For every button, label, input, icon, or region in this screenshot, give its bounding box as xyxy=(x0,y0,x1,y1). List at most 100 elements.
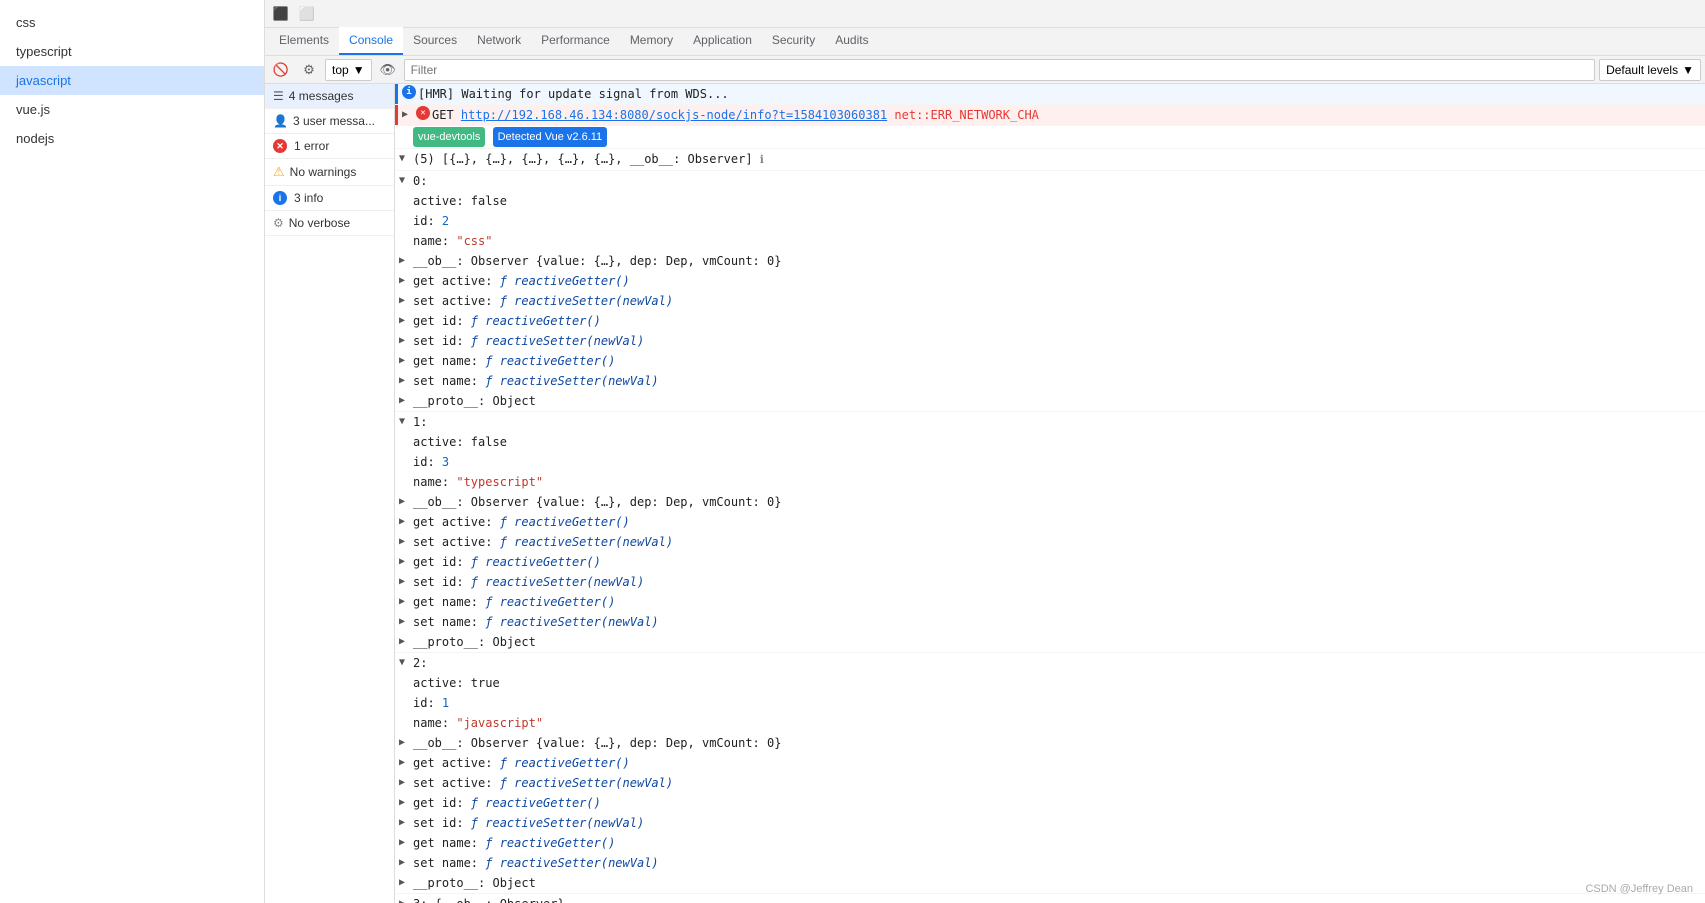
item2-index: 2: xyxy=(413,654,1701,672)
item1-get-name: ▶ get name: ƒ reactiveGetter() xyxy=(395,592,1705,612)
console-sidebar-verbose[interactable]: ⚙ No verbose xyxy=(265,211,394,236)
item2-set-active-arrow[interactable]: ▶ xyxy=(399,774,413,792)
warning-icon: ⚠ xyxy=(273,164,285,180)
console-sidebar-warnings[interactable]: ⚠ No warnings xyxy=(265,159,394,186)
item1-get-active-arrow[interactable]: ▶ xyxy=(399,513,413,531)
tab-console[interactable]: Console xyxy=(339,27,403,55)
sidebar-item-vuejs[interactable]: vue.js xyxy=(0,95,264,124)
item1-active: ▶ active: false xyxy=(395,432,1705,452)
eye-icon[interactable]: 👁 xyxy=(376,58,400,82)
item0-get-active: ▶ get active: ƒ reactiveGetter() xyxy=(395,271,1705,291)
tab-application[interactable]: Application xyxy=(683,27,762,55)
list-icon: ☰ xyxy=(273,89,284,103)
array-info-icon[interactable]: ℹ xyxy=(760,153,764,166)
verbose-icon: ⚙ xyxy=(273,216,284,230)
item1-set-active: ▶ set active: ƒ reactiveSetter(newVal) xyxy=(395,532,1705,552)
console-sidebar-user-messages[interactable]: 👤 3 user messa... xyxy=(265,109,394,134)
item2-get-active-arrow[interactable]: ▶ xyxy=(399,754,413,772)
console-sidebar-all-messages[interactable]: ☰ 4 messages xyxy=(265,84,394,109)
info-label: 3 info xyxy=(294,191,323,205)
sidebar-item-css[interactable]: css xyxy=(0,8,264,37)
item0-id: ▶ id: 2 xyxy=(395,211,1705,231)
devtools-tabs-bar: Elements Console Sources Network Perform… xyxy=(265,28,1705,56)
item1-set-id-arrow[interactable]: ▶ xyxy=(399,573,413,591)
item1-expand-arrow[interactable]: ▼ xyxy=(399,413,413,431)
item1-get-id-arrow[interactable]: ▶ xyxy=(399,553,413,571)
item1-get-name-arrow[interactable]: ▶ xyxy=(399,593,413,611)
item1-id: ▶ id: 3 xyxy=(395,452,1705,472)
devtools-dock-icon[interactable]: ⬛ xyxy=(269,2,293,26)
item0-proto-arrow[interactable]: ▶ xyxy=(399,392,413,410)
hmr-text: [HMR] Waiting for update signal from WDS… xyxy=(418,85,1701,103)
console-array-item3: ▶ 3: {__ob__: Observer} xyxy=(395,894,1705,903)
item0-get-active-arrow[interactable]: ▶ xyxy=(399,272,413,290)
tab-performance[interactable]: Performance xyxy=(531,27,620,55)
vue-detected-badge: Detected Vue v2.6.11 xyxy=(493,127,608,147)
sidebar-item-javascript[interactable]: javascript xyxy=(0,66,264,95)
context-selector[interactable]: top ▼ xyxy=(325,59,372,81)
item0-ob-arrow[interactable]: ▶ xyxy=(399,252,413,270)
error-icon: ✕ xyxy=(273,139,287,153)
item2-get-id-arrow[interactable]: ▶ xyxy=(399,794,413,812)
item2-proto: ▶ __proto__: Object xyxy=(395,873,1705,893)
error-text: GET http://192.168.46.134:8080/sockjs-no… xyxy=(432,106,1701,124)
console-entry-error: ▶ ✕ GET http://192.168.46.134:8080/sockj… xyxy=(395,105,1705,126)
console-sidebar-info[interactable]: i 3 info xyxy=(265,186,394,211)
sidebar-label-typescript: typescript xyxy=(16,44,72,59)
sidebar-label-nodejs: nodejs xyxy=(16,131,54,146)
error-expand-arrow[interactable]: ▶ xyxy=(402,106,416,124)
warnings-label: No warnings xyxy=(290,165,357,179)
console-filter-input[interactable] xyxy=(404,59,1595,81)
array-expand-arrow[interactable]: ▼ xyxy=(399,150,413,168)
item0-set-name-arrow[interactable]: ▶ xyxy=(399,372,413,390)
devtools-undock-icon[interactable]: ⬜ xyxy=(295,2,319,26)
tab-security[interactable]: Security xyxy=(762,27,825,55)
levels-selector[interactable]: Default levels ▼ xyxy=(1599,59,1701,81)
item0-set-id: ▶ set id: ƒ reactiveSetter(newVal) xyxy=(395,331,1705,351)
tab-network[interactable]: Network xyxy=(467,27,531,55)
tab-elements[interactable]: Elements xyxy=(269,27,339,55)
item1-proto: ▶ __proto__: Object xyxy=(395,632,1705,652)
item1-ob-arrow[interactable]: ▶ xyxy=(399,493,413,511)
item2-set-name-arrow[interactable]: ▶ xyxy=(399,854,413,872)
item2-id: ▶ id: 1 xyxy=(395,693,1705,713)
error-url[interactable]: http://192.168.46.134:8080/sockjs-node/i… xyxy=(461,108,887,122)
sidebar-label-vuejs: vue.js xyxy=(16,102,50,117)
item1-set-active-arrow[interactable]: ▶ xyxy=(399,533,413,551)
left-sidebar: css typescript javascript vue.js nodejs xyxy=(0,0,265,903)
item3-expand-arrow[interactable]: ▶ xyxy=(399,895,413,903)
item2-expand-arrow[interactable]: ▼ xyxy=(399,654,413,672)
tab-audits[interactable]: Audits xyxy=(825,27,878,55)
console-sidebar: ☰ 4 messages 👤 3 user messa... ✕ 1 error… xyxy=(265,84,395,903)
tab-memory[interactable]: Memory xyxy=(620,27,683,55)
console-sidebar-errors[interactable]: ✕ 1 error xyxy=(265,134,394,159)
item0-set-name: ▶ set name: ƒ reactiveSetter(newVal) xyxy=(395,371,1705,391)
tab-sources[interactable]: Sources xyxy=(403,27,467,55)
item0-get-name-arrow[interactable]: ▶ xyxy=(399,352,413,370)
item1-proto-arrow[interactable]: ▶ xyxy=(399,633,413,651)
item0-get-name: ▶ get name: ƒ reactiveGetter() xyxy=(395,351,1705,371)
item2-ob-arrow[interactable]: ▶ xyxy=(399,734,413,752)
item2-set-id-arrow[interactable]: ▶ xyxy=(399,814,413,832)
item0-ob: ▶ __ob__: Observer {value: {…}, dep: Dep… xyxy=(395,251,1705,271)
item0-set-id-arrow[interactable]: ▶ xyxy=(399,332,413,350)
item2-get-name: ▶ get name: ƒ reactiveGetter() xyxy=(395,833,1705,853)
item0-expand-arrow[interactable]: ▼ xyxy=(399,172,413,190)
console-clear-icon[interactable]: 🚫 xyxy=(269,58,293,82)
item2-ob: ▶ __ob__: Observer {value: {…}, dep: Dep… xyxy=(395,733,1705,753)
console-toolbar: 🚫 ⚙ top ▼ 👁 Default levels ▼ xyxy=(265,56,1705,84)
console-output[interactable]: i [HMR] Waiting for update signal from W… xyxy=(395,84,1705,903)
sidebar-label-javascript: javascript xyxy=(16,73,71,88)
item1-set-name-arrow[interactable]: ▶ xyxy=(399,613,413,631)
item0-get-id-arrow[interactable]: ▶ xyxy=(399,312,413,330)
item0-proto: ▶ __proto__: Object xyxy=(395,391,1705,411)
item2-get-name-arrow[interactable]: ▶ xyxy=(399,834,413,852)
item2-set-active: ▶ set active: ƒ reactiveSetter(newVal) xyxy=(395,773,1705,793)
item0-set-active-arrow[interactable]: ▶ xyxy=(399,292,413,310)
item1-get-active: ▶ get active: ƒ reactiveGetter() xyxy=(395,512,1705,532)
console-settings-icon[interactable]: ⚙ xyxy=(297,58,321,82)
sidebar-item-nodejs[interactable]: nodejs xyxy=(0,124,264,153)
item2-proto-arrow[interactable]: ▶ xyxy=(399,874,413,892)
sidebar-item-typescript[interactable]: typescript xyxy=(0,37,264,66)
devtools-panel: ⬛ ⬜ Elements Console Sources Network Per… xyxy=(265,0,1705,903)
